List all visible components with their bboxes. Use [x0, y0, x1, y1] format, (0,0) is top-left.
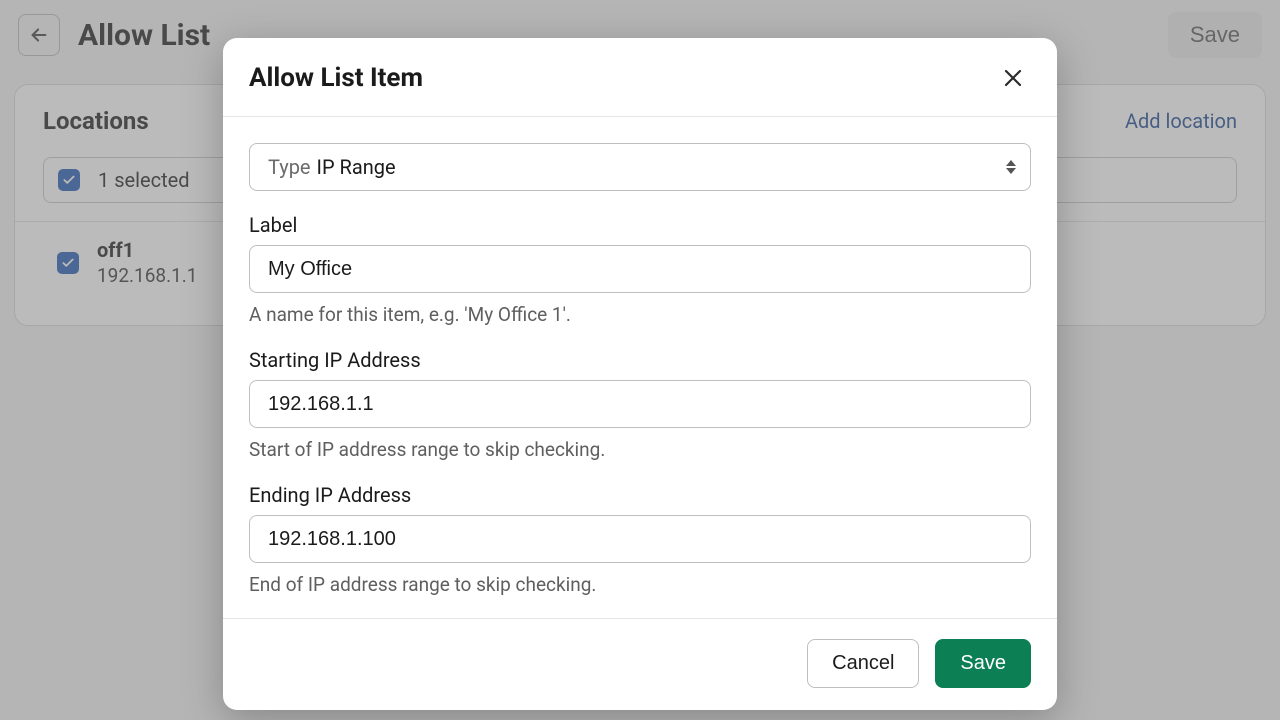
type-label: Type: [268, 155, 311, 179]
cancel-button[interactable]: Cancel: [807, 639, 919, 688]
type-select[interactable]: Type IP Range: [249, 143, 1031, 191]
type-value: IP Range: [317, 155, 396, 179]
end-ip-label: Ending IP Address: [249, 483, 1031, 507]
end-ip-input[interactable]: [249, 515, 1031, 563]
label-input[interactable]: [249, 245, 1031, 293]
close-icon: [1001, 66, 1025, 90]
chevron-updown-icon: [1006, 160, 1016, 174]
label-hint: A name for this item, e.g. 'My Office 1'…: [249, 303, 1031, 326]
start-ip-input[interactable]: [249, 380, 1031, 428]
modal-save-button[interactable]: Save: [935, 639, 1031, 688]
allow-list-item-modal: Allow List Item Type IP Range: [223, 38, 1057, 710]
end-ip-hint: End of IP address range to skip checking…: [249, 573, 1031, 596]
modal-title: Allow List Item: [249, 63, 423, 93]
start-ip-hint: Start of IP address range to skip checki…: [249, 438, 1031, 461]
label-field-label: Label: [249, 213, 1031, 237]
modal-overlay[interactable]: Allow List Item Type IP Range: [0, 0, 1280, 720]
close-button[interactable]: [995, 60, 1031, 96]
start-ip-label: Starting IP Address: [249, 348, 1031, 372]
